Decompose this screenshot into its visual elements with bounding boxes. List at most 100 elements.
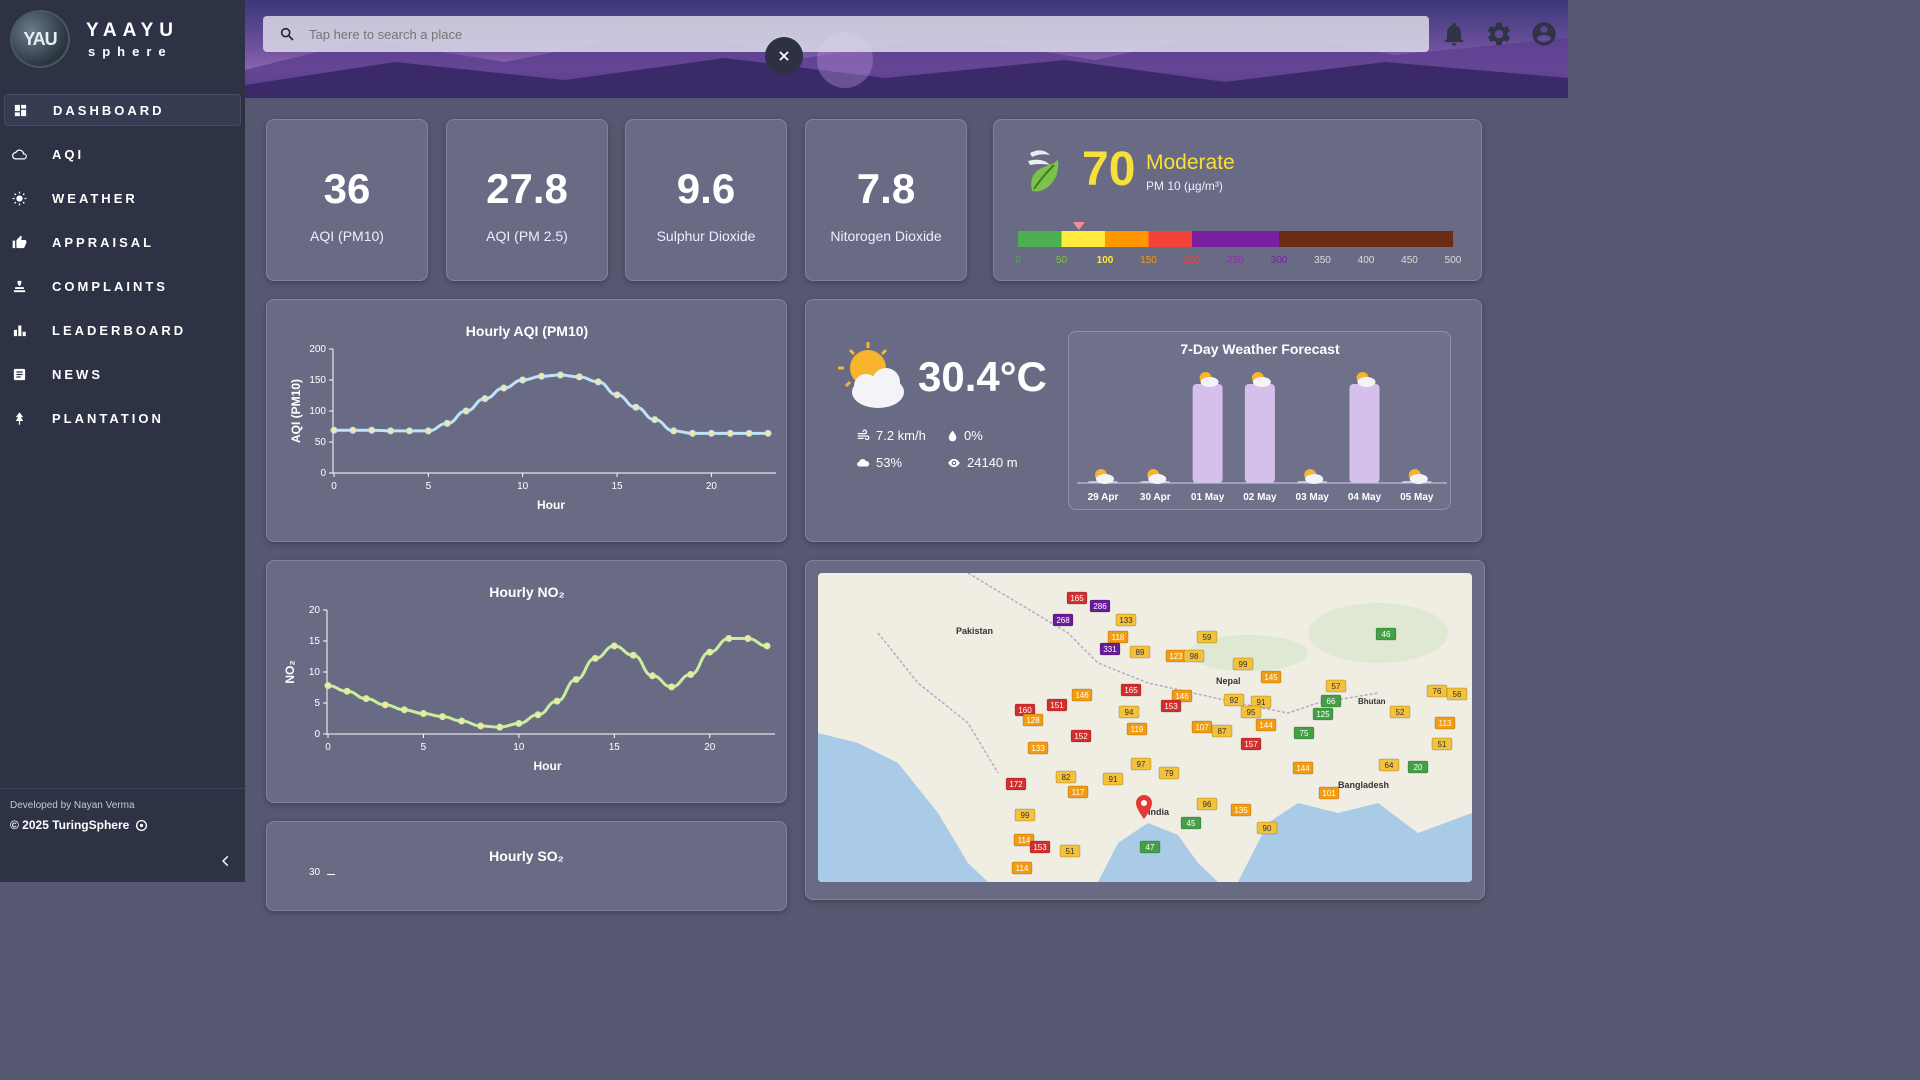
aqi-map-marker[interactable]: 66	[1320, 694, 1342, 708]
data-point[interactable]	[443, 419, 451, 427]
data-point[interactable]	[575, 373, 583, 381]
sidebar-item-appraisal[interactable]: APPRAISAL	[4, 226, 241, 258]
aqi-map-marker[interactable]: 87	[1211, 724, 1233, 738]
data-point[interactable]	[629, 651, 637, 659]
sidebar-item-leaderboard[interactable]: LEADERBOARD	[4, 314, 241, 346]
data-point[interactable]	[458, 717, 466, 725]
aqi-map-marker[interactable]: 153	[1029, 840, 1051, 854]
data-point[interactable]	[572, 675, 580, 683]
data-point[interactable]	[496, 723, 504, 731]
aqi-map-marker[interactable]: 96	[1196, 797, 1218, 811]
data-point[interactable]	[519, 376, 527, 384]
aqi-map-marker[interactable]: 46	[1375, 627, 1397, 641]
data-point[interactable]	[764, 429, 772, 437]
data-point[interactable]	[534, 711, 542, 719]
data-point[interactable]	[477, 722, 485, 730]
aqi-map-marker[interactable]: 107	[1191, 720, 1213, 734]
data-point[interactable]	[744, 635, 752, 643]
aqi-map-marker[interactable]: 20	[1407, 760, 1429, 774]
data-point[interactable]	[726, 429, 734, 437]
aqi-map-marker[interactable]: 98	[1183, 649, 1205, 663]
data-point[interactable]	[668, 683, 676, 691]
aqi-map-marker[interactable]: 57	[1325, 679, 1347, 693]
data-point[interactable]	[687, 670, 695, 678]
sidebar-item-news[interactable]: NEWS	[4, 358, 241, 390]
aqi-map-marker[interactable]: 153	[1160, 699, 1182, 713]
aqi-map-marker[interactable]: 97	[1130, 757, 1152, 771]
aqi-map-marker[interactable]: 114	[1011, 861, 1033, 875]
data-point[interactable]	[362, 695, 370, 703]
aqi-map-marker[interactable]: 51	[1059, 844, 1081, 858]
aqi-map-marker[interactable]: 119	[1126, 722, 1148, 736]
aqi-map-marker[interactable]: 113	[1434, 716, 1456, 730]
sidebar-item-weather[interactable]: WEATHER	[4, 182, 241, 214]
data-point[interactable]	[419, 710, 427, 718]
data-point[interactable]	[330, 426, 338, 434]
data-point[interactable]	[405, 427, 413, 435]
aqi-map-marker[interactable]: 144	[1292, 761, 1314, 775]
aqi-map-marker[interactable]: 91	[1102, 772, 1124, 786]
aqi-map-marker[interactable]: 45	[1180, 816, 1202, 830]
aqi-map-marker[interactable]: 157	[1240, 737, 1262, 751]
data-point[interactable]	[648, 672, 656, 680]
sidebar-item-aqi[interactable]: AQI	[4, 138, 241, 170]
aqi-map-marker[interactable]: 101	[1318, 786, 1340, 800]
settings-button[interactable]	[1485, 20, 1513, 48]
data-point[interactable]	[707, 429, 715, 437]
aqi-map-marker[interactable]: 151	[1046, 698, 1068, 712]
aqi-map-marker[interactable]: 99	[1232, 657, 1254, 671]
aqi-map-marker[interactable]: 133	[1115, 613, 1137, 627]
aqi-map-marker[interactable]: 165	[1120, 683, 1142, 697]
data-point[interactable]	[745, 429, 753, 437]
data-point[interactable]	[515, 719, 523, 727]
sidebar-item-dashboard[interactable]: DASHBOARD	[4, 94, 241, 126]
app-logo[interactable]: YAU	[10, 10, 70, 68]
data-point[interactable]	[500, 384, 508, 392]
close-search-button[interactable]	[765, 37, 803, 75]
sidebar-item-complaints[interactable]: COMPLAINTS	[4, 270, 241, 302]
data-point[interactable]	[553, 697, 561, 705]
data-point[interactable]	[725, 635, 733, 643]
aqi-map-marker[interactable]: 268	[1052, 613, 1074, 627]
aqi-map-marker[interactable]: 125	[1312, 707, 1334, 721]
data-point[interactable]	[632, 403, 640, 411]
sidebar-item-plantation[interactable]: PLANTATION	[4, 402, 241, 434]
data-point[interactable]	[387, 427, 395, 435]
aqi-map-marker[interactable]: 51	[1431, 737, 1453, 751]
forecast-bar[interactable]	[1349, 384, 1380, 483]
aqi-map-marker[interactable]: 286	[1089, 599, 1111, 613]
aqi-map-marker[interactable]: 59	[1196, 630, 1218, 644]
data-point[interactable]	[324, 682, 332, 690]
aqi-map-marker[interactable]: 95	[1240, 705, 1262, 719]
data-point[interactable]	[368, 426, 376, 434]
data-point[interactable]	[763, 642, 771, 650]
account-button[interactable]	[1530, 20, 1558, 48]
aqi-map-marker[interactable]: 75	[1293, 726, 1315, 740]
data-point[interactable]	[670, 427, 678, 435]
aqi-map-marker[interactable]: 99	[1014, 808, 1036, 822]
notifications-button[interactable]	[1440, 20, 1468, 48]
data-point[interactable]	[689, 429, 697, 437]
aqi-map-marker[interactable]: 79	[1158, 766, 1180, 780]
aqi-map-marker[interactable]: 145	[1260, 670, 1282, 684]
data-point[interactable]	[538, 372, 546, 380]
aqi-map[interactable]: Pakistan Nepal India Bangladesh Bhutan 5…	[818, 573, 1472, 882]
data-point[interactable]	[439, 713, 447, 721]
search-bar[interactable]	[263, 16, 1429, 52]
aqi-map-marker[interactable]: 152	[1070, 729, 1092, 743]
aqi-map-marker[interactable]: 56	[1446, 687, 1468, 701]
aqi-map-marker[interactable]: 128	[1022, 713, 1044, 727]
aqi-map-marker[interactable]: 47	[1139, 840, 1161, 854]
data-point[interactable]	[400, 706, 408, 714]
aqi-map-marker[interactable]: 94	[1118, 705, 1140, 719]
data-point[interactable]	[706, 648, 714, 656]
aqi-map-marker[interactable]: 331	[1099, 642, 1121, 656]
aqi-map-marker[interactable]: 144	[1255, 718, 1277, 732]
data-point[interactable]	[381, 701, 389, 709]
aqi-map-marker[interactable]: 146	[1071, 688, 1093, 702]
forecast-bar[interactable]	[1244, 384, 1275, 483]
data-point[interactable]	[610, 642, 618, 650]
data-point[interactable]	[462, 407, 470, 415]
aqi-map-marker[interactable]: 135	[1230, 803, 1252, 817]
aqi-map-marker[interactable]: 90	[1256, 821, 1278, 835]
